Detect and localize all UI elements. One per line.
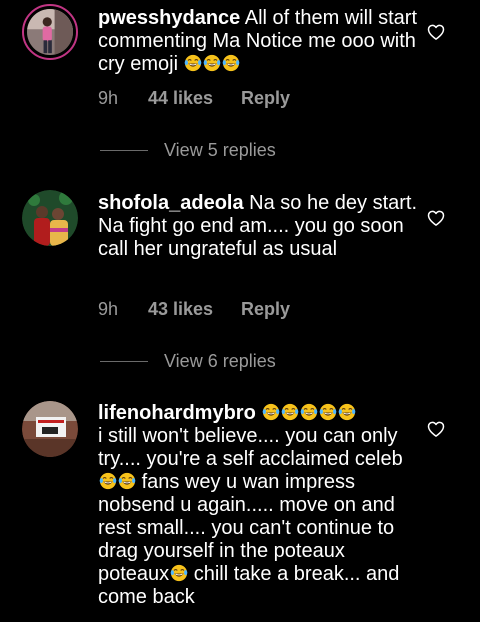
view-replies-button[interactable]: View 6 replies (100, 351, 276, 372)
like-heart-icon[interactable] (426, 419, 446, 439)
laughing-tears-emoji (184, 54, 202, 72)
divider-line (100, 150, 148, 151)
comment-text-block: pwesshydance All of them will start comm… (98, 7, 418, 76)
view-replies-label: View 6 replies (164, 351, 276, 371)
laughing-tears-emoji (118, 472, 136, 490)
laughing-tears-emoji (338, 403, 356, 421)
reply-button[interactable]: Reply (241, 88, 290, 109)
laughing-tears-emoji (319, 403, 337, 421)
avatar[interactable] (22, 401, 78, 457)
laughing-tears-emoji (262, 403, 280, 421)
laughing-tears-emoji (170, 564, 188, 582)
comment-username[interactable]: pwesshydance (98, 7, 240, 29)
view-replies-label: View 5 replies (164, 140, 276, 160)
reply-button[interactable]: Reply (241, 299, 290, 320)
like-heart-icon[interactable] (426, 22, 446, 42)
comment-text-block: lifenohardmybro i still won't believe...… (98, 402, 418, 609)
avatar[interactable] (22, 190, 78, 246)
laughing-tears-emoji (300, 403, 318, 421)
comment-time: 9h (98, 299, 119, 319)
comment-text-block: shofola_adeola Na so he dey start. Na fi… (98, 192, 418, 261)
comment-meta: 9h 44 likes Reply (98, 88, 290, 109)
comment-username[interactable]: lifenohardmybro (98, 402, 256, 424)
comment-meta: 9h 43 likes Reply (98, 299, 290, 320)
avatar[interactable] (22, 4, 78, 60)
comment-time: 9h (98, 88, 119, 108)
laughing-tears-emoji (99, 472, 117, 490)
divider-line (100, 361, 148, 362)
laughing-tears-emoji (203, 54, 221, 72)
comment-username[interactable]: shofola_adeola (98, 192, 244, 214)
comment-likes[interactable]: 44 likes (148, 88, 241, 109)
avatar-image (27, 9, 73, 55)
comment-likes[interactable]: 43 likes (148, 299, 241, 320)
laughing-tears-emoji (281, 403, 299, 421)
like-heart-icon[interactable] (426, 208, 446, 228)
avatar-image (22, 401, 78, 457)
comment-text: i still won't believe.... you can only t… (98, 425, 403, 470)
laughing-tears-emoji (222, 54, 240, 72)
avatar-image (22, 190, 78, 246)
view-replies-button[interactable]: View 5 replies (100, 140, 276, 161)
